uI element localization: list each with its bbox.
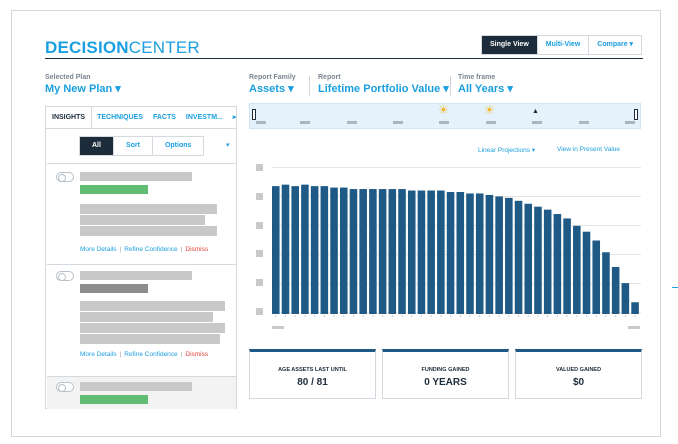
chart-bar[interactable]	[272, 186, 280, 314]
chart-bar[interactable]	[592, 240, 601, 315]
x-tick	[634, 315, 636, 317]
chart-bar[interactable]	[573, 225, 581, 314]
chart-bar[interactable]	[388, 189, 397, 314]
x-axis-label-placeholder	[628, 326, 640, 329]
x-tick	[372, 315, 374, 317]
chart-bar[interactable]	[553, 214, 562, 314]
chart-bar[interactable]	[330, 187, 338, 314]
x-tick	[469, 315, 471, 317]
x-tick	[615, 315, 617, 317]
chart-bar[interactable]	[417, 190, 426, 314]
x-tick	[420, 315, 422, 317]
x-tick	[275, 315, 277, 317]
chart-bar[interactable]	[281, 184, 290, 314]
chart-bar[interactable]	[475, 193, 484, 314]
chart-bar[interactable]	[563, 218, 571, 314]
x-tick	[518, 315, 520, 317]
chart-bar[interactable]	[582, 231, 591, 314]
stat-label: AGE ASSETS LAST UNTIL	[278, 367, 347, 373]
x-tick	[430, 315, 432, 317]
stat-label: FUNDING GAINED	[421, 367, 470, 373]
x-tick	[343, 315, 345, 317]
x-tick	[459, 315, 461, 317]
x-tick	[556, 315, 558, 317]
x-tick	[362, 315, 364, 317]
x-tick	[391, 315, 393, 317]
x-tick	[333, 315, 335, 317]
chart-bar[interactable]	[456, 191, 465, 314]
chart-bar[interactable]	[602, 252, 610, 314]
x-tick	[401, 315, 403, 317]
chart-bar[interactable]	[495, 196, 503, 314]
x-tick	[352, 315, 354, 317]
chart-bar[interactable]	[310, 186, 319, 314]
x-tick	[479, 315, 481, 317]
x-tick	[508, 315, 510, 317]
x-tick	[586, 315, 588, 317]
chart-bar[interactable]	[398, 189, 406, 314]
stat-card-valued-gained: VALUED GAINED $0	[515, 349, 642, 399]
x-tick	[294, 315, 296, 317]
x-axis-label-placeholder	[272, 326, 284, 329]
chart-bar[interactable]	[320, 186, 329, 314]
chart-bar[interactable]	[407, 190, 416, 314]
chart-bar[interactable]	[359, 189, 367, 314]
chart-bar[interactable]	[378, 189, 387, 314]
chart-bar[interactable]	[446, 191, 455, 314]
x-tick	[450, 315, 452, 317]
x-tick	[537, 315, 539, 317]
chart-bar[interactable]	[466, 193, 474, 314]
chart-bar[interactable]	[291, 186, 299, 314]
chart-bar[interactable]	[369, 189, 377, 314]
stat-value: 0 YEARS	[424, 377, 467, 388]
x-tick	[411, 315, 413, 317]
chart-bar[interactable]	[611, 266, 620, 314]
x-tick	[314, 315, 316, 317]
x-tick	[527, 315, 529, 317]
chart-bar[interactable]	[427, 190, 435, 314]
x-tick	[285, 315, 286, 317]
chart-bar[interactable]	[621, 283, 630, 314]
x-tick	[304, 315, 306, 317]
chart-bar[interactable]	[437, 190, 445, 314]
x-tick	[323, 315, 325, 317]
chart-bar[interactable]	[339, 187, 348, 314]
chart-bar[interactable]	[534, 206, 542, 314]
stat-label: VALUED GAINED	[555, 367, 602, 373]
chart-bar[interactable]	[631, 302, 639, 314]
stat-value: $0	[572, 377, 585, 388]
x-tick	[576, 315, 578, 317]
x-tick	[488, 315, 490, 317]
stat-card-age-assets: AGE ASSETS LAST UNTIL 80 / 81	[249, 349, 376, 399]
x-tick	[624, 315, 626, 317]
x-tick	[566, 315, 568, 317]
chart-bar[interactable]	[485, 194, 494, 314]
chart-bar[interactable]	[514, 200, 523, 314]
edge-marker	[672, 287, 678, 288]
x-tick	[382, 315, 384, 317]
chart-bar[interactable]	[349, 189, 358, 314]
x-tick	[440, 315, 442, 317]
chart-bar[interactable]	[301, 184, 309, 314]
chart-bar[interactable]	[505, 197, 513, 314]
stat-card-funding-gained: FUNDING GAINED 0 YEARS	[382, 349, 509, 399]
x-tick	[547, 315, 549, 317]
chart-bar[interactable]	[543, 209, 552, 314]
x-tick	[605, 315, 607, 317]
chart-bar[interactable]	[524, 203, 533, 314]
x-tick	[595, 315, 597, 317]
stat-value: 80 / 81	[297, 377, 328, 388]
x-tick	[498, 315, 500, 317]
